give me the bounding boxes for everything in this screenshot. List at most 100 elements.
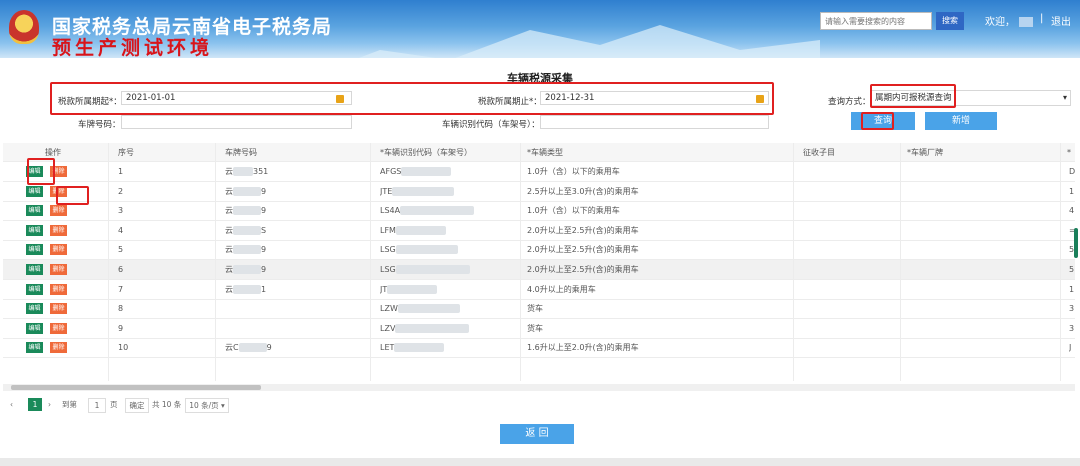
vehicle-type-cell: 2.0升以上至2.5升(含)的乘用车 (527, 245, 639, 255)
delete-button[interactable]: 删除 (50, 224, 67, 236)
goto-label: 到第 (62, 400, 77, 409)
vertical-scroll-thumb[interactable] (1074, 228, 1078, 258)
vehicle-type-cell: 货车 (527, 304, 543, 314)
plate-input[interactable] (121, 115, 352, 129)
vin-cell: LZV (380, 319, 470, 338)
delete-button[interactable]: 删除 (50, 283, 67, 295)
vehicle-type-cell: 2.5升以上至3.0升(含)的乘用车 (527, 186, 639, 196)
delete-button[interactable]: 删除 (50, 322, 67, 334)
vehicle-type-cell: 1.6升以上至2.0升(含)的乘用车 (527, 343, 639, 353)
seq-cell: 10 (118, 343, 129, 353)
vin-cell: LS4A (380, 201, 475, 220)
search-button[interactable]: 搜索 (936, 12, 964, 30)
blurred-text (233, 284, 261, 294)
goto-page-input[interactable]: 1 (88, 398, 106, 413)
seq-cell: 6 (118, 265, 124, 274)
logout-link[interactable]: 退出 (1051, 13, 1071, 28)
vin-cell: AFGS (380, 162, 452, 181)
col-sub-item: 征收子目 (803, 148, 835, 157)
seq-cell: 9 (118, 323, 124, 333)
plate-cell: 云C 9 (225, 343, 272, 353)
add-button[interactable]: 新增 (925, 112, 997, 130)
header-separator: | (1040, 13, 1044, 24)
blurred-text (233, 245, 261, 255)
vin-cell: LSG (380, 260, 470, 279)
edit-button[interactable]: 编辑 (26, 224, 43, 236)
delete-button[interactable]: 删除 (50, 342, 67, 354)
more-cell: 5 (1069, 265, 1075, 274)
vin-input[interactable] (540, 115, 769, 129)
seq-cell: 2 (118, 186, 124, 196)
back-button[interactable]: 返 回 (500, 424, 574, 444)
delete-button[interactable]: 删除 (50, 264, 67, 275)
plate-cell: 云9 (225, 206, 267, 216)
more-cell: 3 (1069, 323, 1075, 333)
edit-button[interactable]: 编辑 (26, 283, 43, 295)
vin-cell: JTE (380, 182, 455, 201)
search-input[interactable] (820, 12, 932, 30)
plate-label: 车牌号码： (78, 120, 121, 130)
goto-confirm-button[interactable]: 确定 (125, 398, 149, 413)
blurred-text (233, 186, 261, 196)
edit-button[interactable]: 编辑 (26, 244, 43, 256)
highlight-delete-button (56, 186, 89, 205)
total-count: 共 10 条 (152, 400, 182, 409)
seq-cell: 7 (118, 284, 124, 294)
col-more: * (1067, 148, 1071, 157)
edit-button[interactable]: 编辑 (26, 205, 43, 217)
edit-button[interactable]: 编辑 (26, 342, 43, 354)
page-size-select[interactable]: 10 条/页 ▾ (185, 398, 229, 413)
username-blurred (1019, 17, 1033, 27)
edit-button[interactable]: 编辑 (26, 264, 43, 275)
plate-cell: 云 351 (225, 167, 269, 176)
edit-button[interactable]: 编辑 (26, 322, 43, 334)
blurred-text (395, 225, 446, 235)
query-mode-label: 查询方式： (828, 97, 871, 107)
edit-button[interactable]: 编辑 (26, 303, 43, 315)
table-row: 编辑 删除 9 LZV 货车 3 (3, 319, 1075, 339)
seq-cell: 1 (118, 167, 124, 176)
mountain-backdrop (358, 25, 820, 58)
blurred-text (401, 167, 452, 176)
blurred-text (233, 167, 253, 176)
blurred-text (233, 206, 261, 216)
plate-cell: 云9 (225, 186, 267, 196)
highlight-query-button (861, 112, 894, 130)
prev-page-icon[interactable]: ‹ (10, 398, 13, 411)
delete-button[interactable]: 删除 (50, 303, 67, 315)
seq-cell: 5 (118, 245, 124, 255)
vehicle-type-cell: 1.0升（含）以下的乘用车 (527, 206, 620, 216)
col-vin: *车辆识别代码（车架号） (380, 148, 472, 157)
vin-cell: LFM (380, 221, 446, 240)
edit-button[interactable]: 编辑 (26, 185, 43, 197)
delete-button[interactable]: 删除 (50, 205, 67, 217)
table-row: 编辑 删除 10 云C 9 LET 1.6升以上至2.0升(含)的乘用车 J (3, 338, 1075, 359)
blurred-text (387, 284, 438, 294)
blurred-text (395, 245, 458, 255)
more-cell: D (1069, 167, 1076, 176)
scroll-thumb[interactable] (11, 385, 261, 390)
table-row: 编辑 删除 4 云 S LFM 2.0升以上至2.5升(含)的乘用车 = (3, 221, 1076, 241)
highlight-query-mode (870, 84, 956, 108)
table-row: 编辑 删除 6 云 9 LSG 2.0升以上至2.5升(含)的乘用车 5 (3, 260, 1075, 280)
page-1[interactable]: 1 (28, 398, 42, 411)
next-page-icon[interactable]: › (48, 398, 51, 411)
vin-cell: LSG (380, 240, 458, 259)
col-brand: *车辆厂牌 (907, 148, 943, 157)
blurred-text (392, 186, 455, 196)
blurred-text (397, 304, 460, 314)
vin-cell: JT (380, 280, 438, 299)
horizontal-scrollbar[interactable] (3, 384, 1075, 391)
vehicle-type-cell: 货车 (527, 323, 543, 333)
seq-cell: 8 (118, 304, 124, 314)
welcome-text: 欢迎， (985, 13, 1037, 28)
blurred-text (395, 265, 470, 274)
vin-cell: LZW (380, 299, 460, 318)
vin-cell: LET (380, 338, 445, 357)
chevron-down-icon: ▾ (1062, 93, 1067, 102)
plate-cell: 云9 (225, 265, 267, 274)
blurred-text (394, 343, 445, 353)
delete-button[interactable]: 删除 (50, 244, 67, 256)
seq-cell: 4 (118, 225, 124, 235)
col-vehicle-type: *车辆类型 (527, 148, 563, 157)
